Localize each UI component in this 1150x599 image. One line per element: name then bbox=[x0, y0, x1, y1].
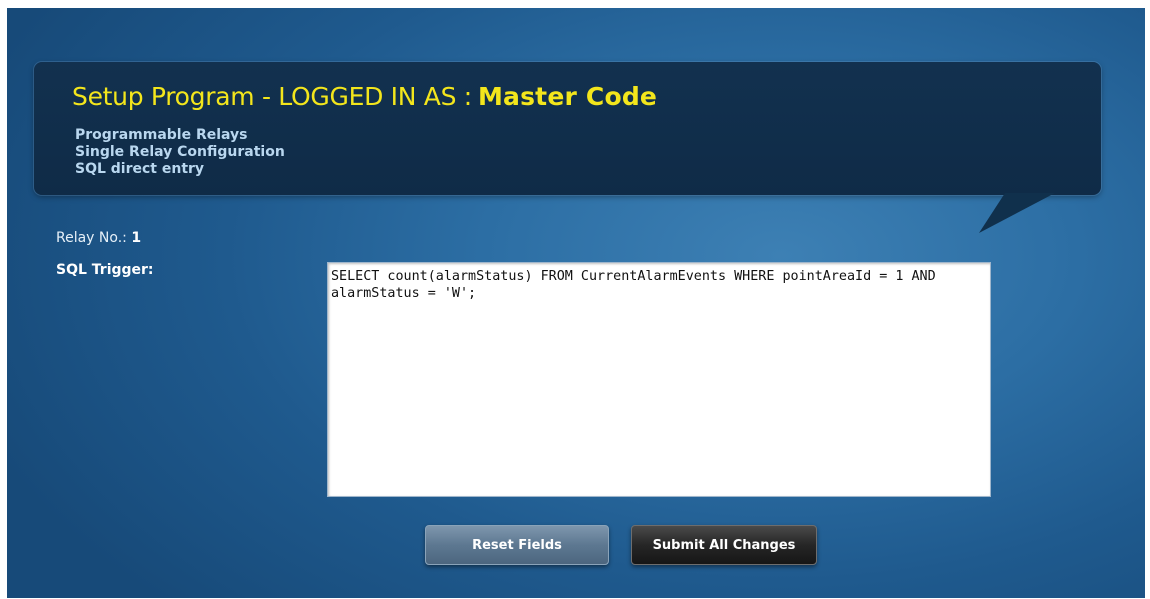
page-title: Setup Program - LOGGED IN AS : Master Cod… bbox=[72, 82, 657, 111]
sql-trigger-textarea[interactable]: SELECT count(alarmStatus) FROM CurrentAl… bbox=[327, 262, 991, 497]
relay-number-value: 1 bbox=[131, 230, 142, 246]
relay-number-label: Relay No.: bbox=[56, 230, 127, 246]
sql-trigger-label: SQL Trigger: bbox=[56, 262, 154, 278]
title-text: Setup Program - LOGGED IN AS : bbox=[72, 82, 472, 111]
breadcrumb-item-programmable-relays: Programmable Relays bbox=[75, 127, 248, 143]
breadcrumb-item-sql-direct-entry: SQL direct entry bbox=[75, 161, 205, 177]
setup-screen: Setup Program - LOGGED IN AS : Master Cod… bbox=[7, 8, 1145, 598]
logged-in-user: Master Code bbox=[477, 82, 658, 111]
breadcrumb-item-single-relay-configuration: Single Relay Configuration bbox=[75, 144, 285, 160]
breadcrumb: Programmable Relays Single Relay Configu… bbox=[75, 127, 285, 178]
speech-bubble-tail bbox=[979, 193, 1055, 233]
relay-number-row: Relay No.: 1 bbox=[56, 230, 141, 246]
header-panel: Setup Program - LOGGED IN AS : Master Cod… bbox=[34, 62, 1101, 195]
reset-fields-button[interactable]: Reset Fields bbox=[425, 525, 609, 565]
submit-all-changes-button[interactable]: Submit All Changes bbox=[631, 525, 817, 565]
